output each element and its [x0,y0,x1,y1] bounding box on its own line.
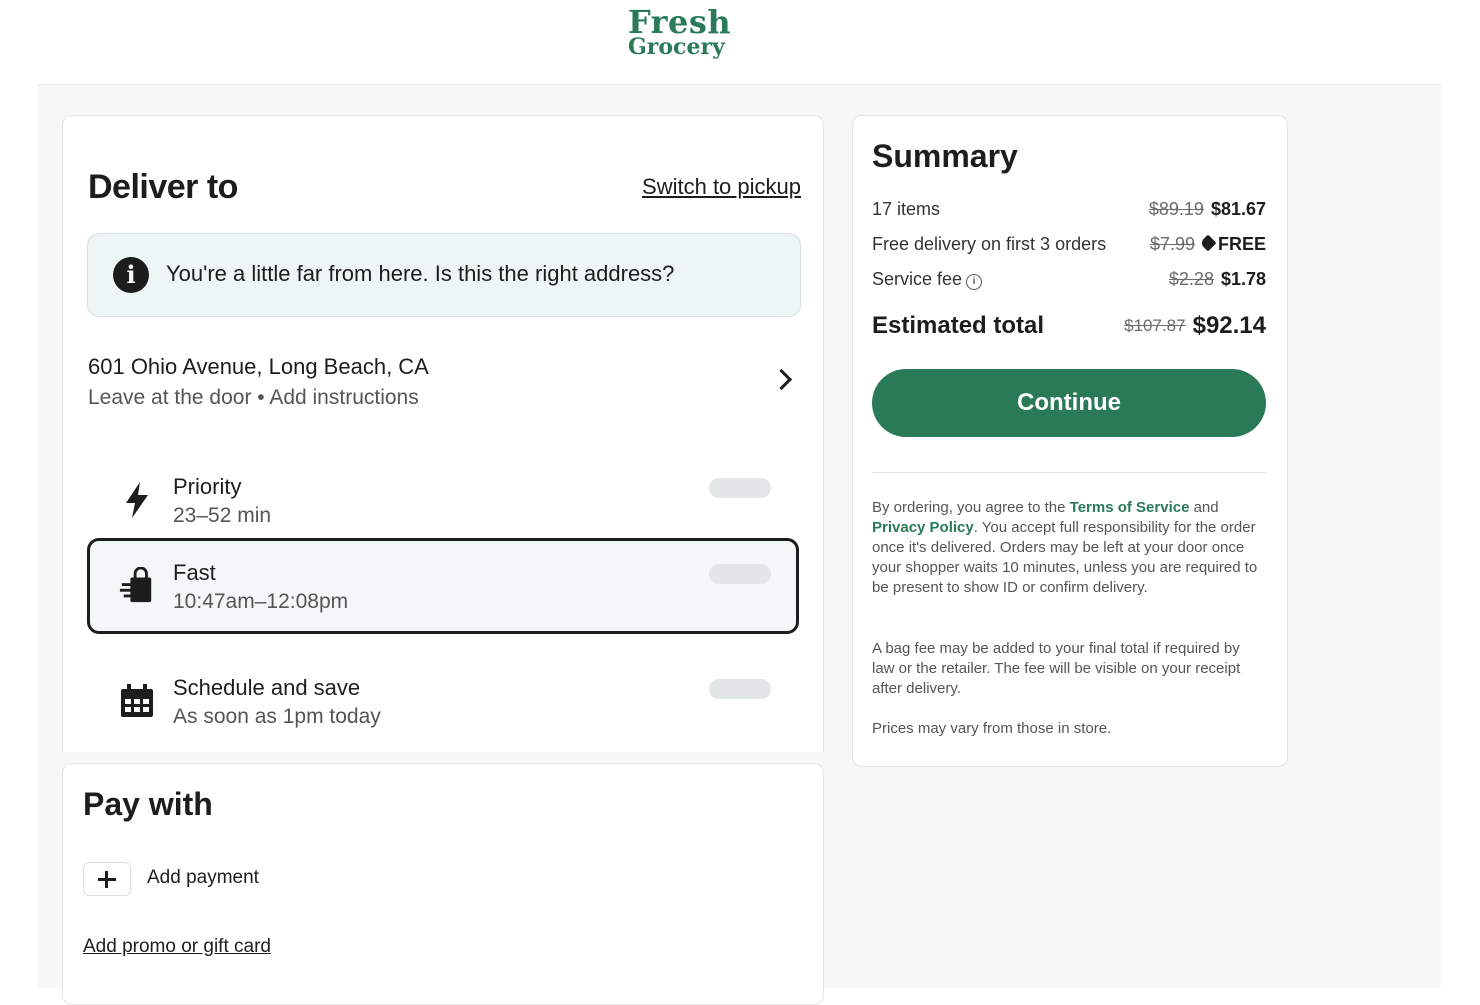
delivery-price: FREE [1217,234,1266,254]
delivery-address: 601 Ohio Avenue, Long Beach, CA [88,354,429,379]
shopping-bag-icon [119,566,155,606]
option-name: Priority [173,474,242,499]
total-price: $92.14 [1192,312,1266,339]
pay-title: Pay with [83,786,213,822]
delivery-instructions: Leave at the door • Add instructions [88,386,419,409]
info-icon[interactable]: i [966,274,983,290]
add-payment-label: Add payment [147,867,259,888]
option-detail: As soon as 1pm today [173,705,381,728]
items-original-price: $89.19 [1148,199,1204,219]
delivery-option-fast[interactable]: Fast 10:47am–12:08pm [87,538,799,634]
delivery-option-priority[interactable]: Priority 23–52 min [87,452,799,548]
bag-fee-notice: A bag fee may be added to your final tot… [872,640,1241,697]
privacy-policy-link[interactable]: Privacy Policy [872,519,974,536]
service-price: $1.78 [1220,269,1266,289]
items-price: $81.67 [1210,199,1266,219]
logo-line-2: Grocery [628,34,725,60]
divider [872,472,1266,473]
top-header: Fresh Grocery [0,0,1480,84]
terms-of-service-link[interactable]: Terms of Service [1070,499,1190,516]
deliver-title: Deliver to [88,168,238,206]
tag-icon [1199,234,1217,252]
service-fee-label: Service fee [872,269,963,289]
payment-card: Pay with Add payment Add promo or gift c… [62,763,824,1005]
delivery-option-schedule[interactable]: Schedule and save As soon as 1pm today [87,653,799,749]
option-name: Schedule and save [173,675,361,700]
address-warning-text: You're a little far from here. Is this t… [166,261,675,286]
delivery-card: Deliver to Switch to pickup i You're a l… [62,115,824,752]
address-warning-banner: i You're a little far from here. Is this… [87,233,801,317]
option-price-placeholder [709,679,771,699]
price-variance-notice: Prices may vary from those in store. [872,720,1112,737]
continue-button[interactable]: Continue [872,369,1266,437]
summary-card: Summary 17 items $89.19 $81.67 Free deli… [852,115,1288,767]
switch-to-pickup-link[interactable]: Switch to pickup [642,174,801,200]
info-icon: i [113,257,149,293]
estimated-total-label: Estimated total [872,312,1045,339]
calendar-icon [119,681,155,721]
option-price-placeholder [709,564,771,584]
option-detail: 23–52 min [173,504,272,527]
chevron-right-icon [770,368,793,391]
add-promo-link[interactable]: Add promo or gift card [83,936,271,958]
delivery-original-price: $7.99 [1149,234,1195,254]
delivery-fee-label: Free delivery on first 3 orders [872,234,1107,254]
add-payment-button[interactable]: Add payment [83,862,383,898]
option-price-placeholder [709,478,771,498]
items-label: 17 items [872,199,941,219]
brand-logo[interactable]: Fresh Grocery [628,6,731,58]
total-original-price: $107.87 [1124,316,1186,335]
legal-terms-text: By ordering, you agree to the Terms of S… [872,499,1258,596]
option-detail: 10:47am–12:08pm [173,590,349,613]
service-original-price: $2.28 [1168,269,1214,289]
address-selector[interactable]: 601 Ohio Avenue, Long Beach, CA Leave at… [63,344,823,424]
lightning-icon [119,480,155,520]
summary-title: Summary [872,138,1018,174]
option-name: Fast [173,560,216,585]
plus-icon [83,862,131,896]
